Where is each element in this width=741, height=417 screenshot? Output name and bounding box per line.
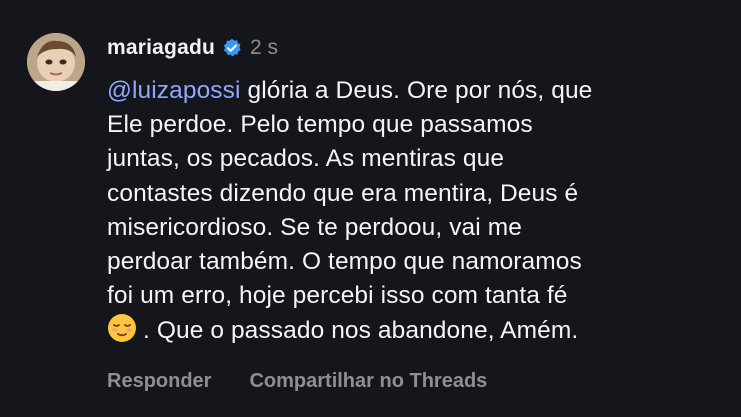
comment-actions: Responder Compartilhar no Threads xyxy=(107,370,487,393)
comment-line: Ele perdoe. Pelo tempo que passamos xyxy=(107,111,533,139)
mention-link[interactable]: @luizapossi xyxy=(107,77,241,104)
comment-line-text: . Que o passado nos abandone, Amém. xyxy=(143,317,579,345)
comment-text: @luizapossi glória a Deus. Ore por nós, … xyxy=(107,74,733,348)
comment-line-text: glória a Deus. Ore por nós, que xyxy=(240,77,593,104)
timestamp: 2 s xyxy=(250,36,279,59)
comment: mariagadu 2 s @luizapossi glória a Deus.… xyxy=(0,0,741,417)
comment-line: contastes dizendo que era mentira, Deus … xyxy=(107,179,579,207)
comment-header: mariagadu 2 s xyxy=(107,31,278,65)
reply-button[interactable]: Responder xyxy=(107,370,211,393)
comment-line: . Que o passado nos abandone, Amém. xyxy=(107,313,733,347)
comment-line: @luizapossi glória a Deus. Ore por nós, … xyxy=(107,74,733,108)
avatar[interactable] xyxy=(27,33,85,91)
comment-line: juntas, os pecados. As mentiras que xyxy=(107,145,505,173)
comment-line: misericordioso. Se te perdoou, vai me xyxy=(107,213,522,241)
username[interactable]: mariagadu xyxy=(107,36,215,60)
verified-badge-icon xyxy=(222,38,242,58)
avatar-image xyxy=(27,33,85,91)
relieved-face-emoji-icon xyxy=(107,313,137,343)
share-threads-button[interactable]: Compartilhar no Threads xyxy=(249,370,487,393)
comment-line: perdoar também. O tempo que namoramos xyxy=(107,247,582,275)
comment-line: foi um erro, hoje percebi isso com tanta… xyxy=(107,282,568,310)
